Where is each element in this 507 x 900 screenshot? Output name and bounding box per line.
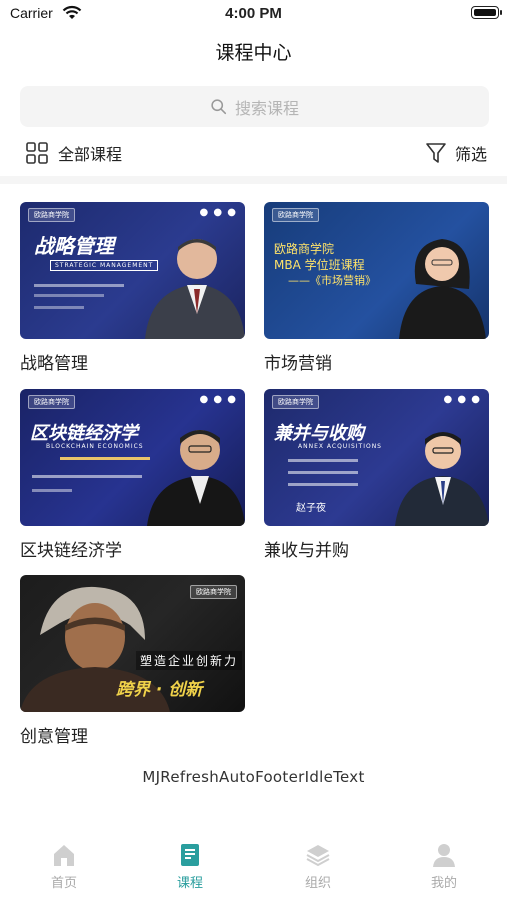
tab-label: 首页 — [50, 876, 77, 891]
status-bar: Carrier 4:00 PM — [0, 0, 507, 28]
filter-row: 全部课程 筛选 — [0, 137, 507, 171]
status-time: 4:00 PM — [225, 5, 282, 22]
speaker-photo — [147, 430, 245, 526]
all-courses-button[interactable]: 全部课程 — [26, 141, 122, 165]
course-thumbnail[interactable]: 欧路商学院 ● ● ● 兼并与收购 ANNEX ACQUISITIONS 赵子夜 — [264, 389, 489, 526]
filter-icon — [426, 143, 446, 163]
thumb-subtitle: ANNEX ACQUISITIONS — [298, 443, 382, 450]
page-title: 课程中心 — [215, 42, 292, 64]
more-icon[interactable]: ● ● ● — [199, 207, 237, 218]
course-title[interactable]: 战略管理 — [20, 349, 245, 374]
school-logo: 欧路商学院 — [28, 208, 75, 222]
layers-icon — [306, 845, 330, 867]
school-logo: 欧路商学院 — [28, 395, 75, 409]
all-courses-label: 全部课程 — [58, 145, 123, 164]
course-card-strategic-management[interactable]: 欧路商学院 ● ● ● 战略管理 STRATEGIC MANAGEMENT 战略… — [20, 202, 245, 374]
course-title[interactable]: 区块链经济学 — [20, 536, 245, 561]
speaker-photo — [395, 432, 489, 526]
load-more-footer[interactable]: MJRefreshAutoFooterIdleText — [0, 768, 507, 786]
search-icon — [211, 99, 227, 115]
thumb-title: 战略管理 — [34, 234, 114, 258]
tab-label: 组织 — [304, 876, 331, 891]
thumb-title: 跨界 · 创新 — [116, 680, 203, 700]
course-card-creative-management[interactable]: 欧路商学院 塑造企业创新力 跨界 · 创新 创意管理 — [20, 575, 245, 747]
home-icon — [54, 845, 74, 866]
course-card-mergers-acquisitions[interactable]: 欧路商学院 ● ● ● 兼并与收购 ANNEX ACQUISITIONS 赵子夜… — [264, 389, 489, 561]
book-icon — [181, 844, 199, 866]
tab-label: 课程 — [176, 876, 203, 891]
search-input[interactable]: 搜索课程 — [20, 86, 489, 127]
thumb-line-3: ——《市场营销》 — [288, 274, 376, 287]
tab-organization[interactable]: 组织 — [278, 842, 358, 891]
speaker-photo — [399, 239, 486, 339]
speaker-photo — [145, 239, 245, 339]
course-card-marketing[interactable]: 欧路商学院 欧路商学院 MBA 学位班课程 ——《市场营销》 市场营销 — [264, 202, 489, 374]
course-title[interactable]: 创意管理 — [20, 722, 245, 747]
tab-home[interactable]: 首页 — [24, 842, 104, 891]
section-divider — [0, 176, 507, 184]
school-logo: 欧路商学院 — [272, 395, 319, 409]
school-logo: 欧路商学院 — [272, 208, 319, 222]
thumb-title: 区块链经济学 — [30, 423, 138, 444]
course-thumbnail[interactable]: 欧路商学院 欧路商学院 MBA 学位班课程 ——《市场营销》 — [264, 202, 489, 339]
user-icon — [433, 844, 455, 867]
filter-label: 筛选 — [454, 145, 487, 164]
course-thumbnail[interactable]: 欧路商学院 塑造企业创新力 跨界 · 创新 — [20, 575, 245, 712]
search-placeholder: 搜索课程 — [234, 98, 299, 118]
course-thumbnail[interactable]: 欧路商学院 ● ● ● 战略管理 STRATEGIC MANAGEMENT — [20, 202, 245, 339]
tab-courses[interactable]: 课程 — [150, 842, 230, 891]
course-title[interactable]: 市场营销 — [264, 349, 489, 374]
tab-bar: 首页 课程 组织 我的 — [0, 838, 507, 900]
more-icon[interactable]: ● ● ● — [199, 394, 237, 405]
more-icon[interactable]: ● ● ● — [443, 394, 481, 405]
course-title[interactable]: 兼收与并购 — [264, 536, 489, 561]
tab-label: 我的 — [430, 876, 457, 891]
course-thumbnail[interactable]: 欧路商学院 ● ● ● 区块链经济学 BLOCKCHAIN ECONOMICS — [20, 389, 245, 526]
thumb-title: 兼并与收购 — [274, 423, 364, 444]
filter-button[interactable]: 筛选 — [425, 141, 487, 165]
school-logo: 欧路商学院 — [190, 585, 237, 599]
thumb-subtitle: 塑造企业创新力 — [136, 651, 243, 670]
thumb-title: 欧路商学院 — [274, 242, 335, 256]
tab-mine[interactable]: 我的 — [404, 842, 484, 891]
course-card-blockchain-economics[interactable]: 欧路商学院 ● ● ● 区块链经济学 BLOCKCHAIN ECONOMICS … — [20, 389, 245, 561]
battery-icon — [471, 6, 502, 19]
thumb-line-2: MBA 学位班课程 — [274, 258, 365, 272]
thumb-subtitle: BLOCKCHAIN ECONOMICS — [46, 443, 144, 450]
grid-icon — [26, 142, 48, 164]
thumb-speaker: 赵子夜 — [296, 503, 326, 514]
